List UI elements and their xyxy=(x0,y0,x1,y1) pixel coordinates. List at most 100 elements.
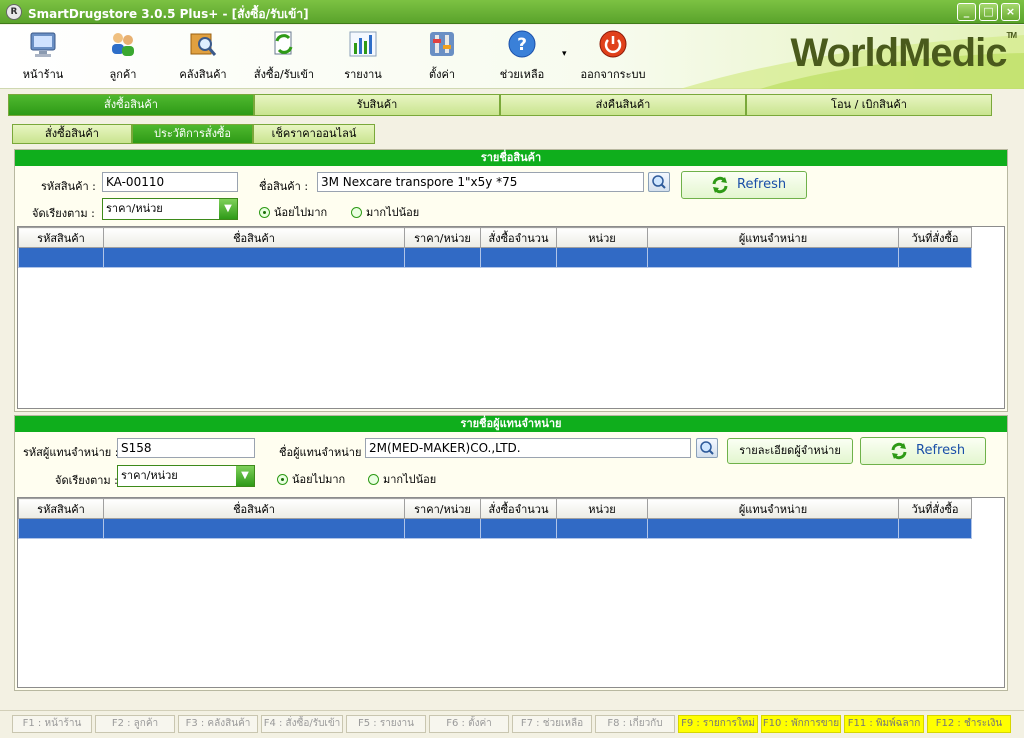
tab-transfer-goods[interactable]: โอน / เบิกสินค้า xyxy=(746,94,992,116)
fkey-f5[interactable]: F5 : รายงาน xyxy=(346,715,426,733)
tab-purchase-order[interactable]: สั่งซื้อสินค้า xyxy=(8,94,254,116)
toolbar-label: ลูกค้า xyxy=(109,68,137,81)
product-search-button[interactable] xyxy=(648,172,670,192)
col-product-name[interactable]: ชื่อสินค้า xyxy=(103,498,405,519)
supplier-sort-select[interactable]: ราคา/หน่วย ▼ xyxy=(117,465,255,487)
col-order-date[interactable]: วันที่สั่งซื้อ xyxy=(898,498,972,519)
toolbar-order-receive-button[interactable]: สั่งซื้อ/รับเข้า xyxy=(249,29,319,83)
toolbar-label: รายงาน xyxy=(344,68,382,81)
supplier-code-field[interactable]: S158 xyxy=(117,438,255,458)
col-product-code[interactable]: รหัสสินค้า xyxy=(18,498,104,519)
fkey-f3[interactable]: F3 : คลังสินค้า xyxy=(178,715,258,733)
fkey-f1[interactable]: F1 : หน้าร้าน xyxy=(12,715,92,733)
supplier-details-button[interactable]: รายละเอียดผู้จำหน่าย xyxy=(727,438,853,464)
col-order-date[interactable]: วันที่สั่งซื้อ xyxy=(898,227,972,248)
toolbar-customers-button[interactable]: ลูกค้า xyxy=(88,29,158,83)
supplier-refresh-button[interactable]: Refresh xyxy=(860,437,986,465)
col-unit-price[interactable]: ราคา/หน่วย xyxy=(404,498,481,519)
settings-icon xyxy=(427,29,457,59)
chevron-down-icon[interactable]: ▼ xyxy=(219,199,237,219)
main-toolbar: หน้าร้าน ลูกค้า คลังสินค้า สั่งซื้อ/รับเ… xyxy=(0,25,1024,89)
table-row[interactable] xyxy=(18,247,972,268)
tab-receive-goods[interactable]: รับสินค้า xyxy=(254,94,500,116)
product-sort-desc-radio[interactable]: มากไปน้อย xyxy=(351,203,419,221)
product-panel-header: รายชื่อสินค้า xyxy=(15,150,1007,166)
fkey-f11[interactable]: F11 : พิมพ์ฉลาก xyxy=(844,715,924,733)
fkey-f9[interactable]: F9 : รายการใหม่ xyxy=(678,715,758,733)
chevron-down-icon[interactable]: ▼ xyxy=(236,466,254,486)
table-row[interactable] xyxy=(18,518,972,539)
refresh-label: Refresh xyxy=(737,177,787,192)
function-key-bar: F1 : หน้าร้าน F2 : ลูกค้า F3 : คลังสินค้… xyxy=(0,710,1024,738)
main-tabs: สั่งซื้อสินค้า รับสินค้า ส่งคืนสินค้า โอ… xyxy=(8,94,992,116)
radio-checked-icon xyxy=(259,207,270,218)
power-icon xyxy=(598,29,628,59)
supplier-code-label: รหัสผู้แทนจำหน่าย : xyxy=(23,446,119,459)
radio-label: มากไปน้อย xyxy=(366,206,420,219)
supplier-sort-desc-radio[interactable]: มากไปน้อย xyxy=(368,470,436,488)
product-code-label: รหัสสินค้า : xyxy=(41,180,96,193)
window-title: SmartDrugstore 3.0.5 Plus+ - [สั่งซื้อ/ร… xyxy=(28,7,309,21)
fkey-f2[interactable]: F2 : ลูกค้า xyxy=(95,715,175,733)
supplier-panel: รายชื่อผู้แทนจำหน่าย รหัสผู้แทนจำหน่าย :… xyxy=(14,415,1008,691)
col-unit-price[interactable]: ราคา/หน่วย xyxy=(404,227,481,248)
col-unit[interactable]: หน่วย xyxy=(556,498,648,519)
product-sort-select[interactable]: ราคา/หน่วย ▼ xyxy=(102,198,238,220)
col-order-qty[interactable]: สั่งซื้อจำนวน xyxy=(480,498,557,519)
supplier-sort-asc-radio[interactable]: น้อยไปมาก xyxy=(277,470,345,488)
report-chart-icon xyxy=(348,29,378,59)
supplier-search-button[interactable] xyxy=(696,438,718,458)
product-name-label: ชื่อสินค้า : xyxy=(259,180,309,193)
fkey-f7[interactable]: F7 : ช่วยเหลือ xyxy=(512,715,592,733)
toolbar-logout-button[interactable]: ออกจากระบบ xyxy=(578,29,648,83)
help-dropdown-icon[interactable]: ▾ xyxy=(562,49,567,59)
svg-text:?: ? xyxy=(517,35,527,55)
col-supplier[interactable]: ผู้แทนจำหน่าย xyxy=(647,498,899,519)
toolbar-label: หน้าร้าน xyxy=(22,68,64,81)
col-unit[interactable]: หน่วย xyxy=(556,227,648,248)
maximize-button[interactable]: □ xyxy=(979,3,998,21)
product-grid[interactable]: รหัสสินค้า ชื่อสินค้า ราคา/หน่วย สั่งซื้… xyxy=(17,226,1005,409)
monitor-icon xyxy=(28,29,58,59)
radio-unchecked-icon xyxy=(351,207,362,218)
toolbar-label: สั่งซื้อ/รับเข้า xyxy=(253,68,315,81)
fkey-f4[interactable]: F4 : สั่งซื้อ/รับเข้า xyxy=(261,715,343,733)
product-code-field[interactable]: KA-00110 xyxy=(102,172,238,192)
toolbar-storefront-button[interactable]: หน้าร้าน xyxy=(8,29,78,83)
product-refresh-button[interactable]: Refresh xyxy=(681,171,807,199)
refresh-icon xyxy=(891,442,907,460)
toolbar-report-button[interactable]: รายงาน xyxy=(328,29,398,83)
tab-return-goods[interactable]: ส่งคืนสินค้า xyxy=(500,94,746,116)
supplier-panel-header: รายชื่อผู้แทนจำหน่าย xyxy=(15,416,1007,432)
search-icon xyxy=(652,175,666,189)
toolbar-label: ออกจากระบบ xyxy=(580,68,646,81)
col-product-name[interactable]: ชื่อสินค้า xyxy=(103,227,405,248)
close-button[interactable]: × xyxy=(1001,3,1020,21)
subtab-purchase-order[interactable]: สั่งซื้อสินค้า xyxy=(12,124,132,144)
subtab-order-history[interactable]: ประวัติการสั่งซื้อ xyxy=(132,124,253,144)
supplier-name-field[interactable]: 2M(MED-MAKER)CO.,LTD. xyxy=(365,438,691,458)
fkey-f12[interactable]: F12 : ชำระเงิน xyxy=(927,715,1011,733)
col-order-qty[interactable]: สั่งซื้อจำนวน xyxy=(480,227,557,248)
fkey-f6[interactable]: F6 : ตั้งค่า xyxy=(429,715,509,733)
product-panel: รายชื่อสินค้า รหัสสินค้า : KA-00110 ชื่อ… xyxy=(14,149,1008,412)
toolbar-label: คลังสินค้า xyxy=(179,68,227,81)
refresh-icon xyxy=(712,176,728,194)
toolbar-settings-button[interactable]: ตั้งค่า xyxy=(407,29,477,83)
title-bar: R SmartDrugstore 3.0.5 Plus+ - [สั่งซื้อ… xyxy=(0,0,1024,24)
subtab-online-price-check[interactable]: เช็คราคาออนไลน์ xyxy=(253,124,375,144)
product-name-field[interactable]: 3M Nexcare transpore 1"x5y *75 xyxy=(317,172,644,192)
toolbar-warehouse-button[interactable]: คลังสินค้า xyxy=(168,29,238,83)
sort-value: ราคา/หน่วย xyxy=(121,469,178,482)
supplier-grid[interactable]: รหัสสินค้า ชื่อสินค้า ราคา/หน่วย สั่งซื้… xyxy=(17,497,1005,688)
help-icon: ? xyxy=(507,29,537,59)
minimize-button[interactable]: _ xyxy=(957,3,976,21)
toolbar-help-button[interactable]: ? ช่วยเหลือ xyxy=(487,29,557,83)
col-supplier[interactable]: ผู้แทนจำหน่าย xyxy=(647,227,899,248)
col-product-code[interactable]: รหัสสินค้า xyxy=(18,227,104,248)
sort-value: ราคา/หน่วย xyxy=(106,202,163,215)
fkey-f8[interactable]: F8 : เกี่ยวกับ xyxy=(595,715,675,733)
product-sort-asc-radio[interactable]: น้อยไปมาก xyxy=(259,203,327,221)
supplier-sort-label: จัดเรียงตาม : xyxy=(55,474,118,487)
fkey-f10[interactable]: F10 : พักการขาย xyxy=(761,715,841,733)
